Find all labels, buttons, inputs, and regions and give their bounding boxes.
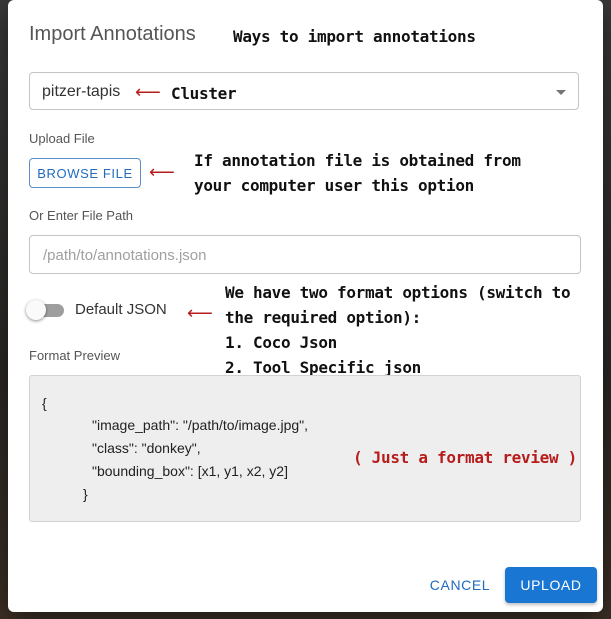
upload-annotation-line-1: If annotation file is obtained from — [194, 151, 521, 170]
arrow-left-icon: ⟵ — [149, 162, 175, 182]
browse-file-button[interactable]: BROWSE FILE — [29, 158, 141, 188]
file-path-label: Or Enter File Path — [29, 208, 134, 223]
code-line: "image_path": "/path/to/image.jpg", — [92, 417, 309, 433]
format-annotation-line-2: the required option): — [225, 308, 421, 327]
code-line: "bounding_box": [x1, y1, x2, y2] — [92, 463, 288, 479]
format-annotation-line-1: We have two format options (switch to — [225, 283, 571, 302]
upload-annotation-line-2: your computer user this option — [194, 176, 474, 195]
arrow-left-icon: ⟵ — [187, 303, 213, 323]
file-path-placeholder: /path/to/annotations.json — [43, 247, 207, 264]
preview-annotation: ( Just a format review ) — [353, 448, 577, 467]
arrow-left-icon: ⟵ — [135, 82, 161, 102]
upload-file-label: Upload File — [29, 131, 95, 146]
import-annotations-dialog: Import Annotations Ways to import annota… — [8, 0, 603, 612]
code-line: } — [83, 486, 88, 502]
cluster-select-value: pitzer-tapis — [42, 83, 121, 100]
code-line: { — [42, 395, 47, 411]
cluster-annotation: Cluster — [171, 84, 237, 103]
format-toggle-thumb[interactable] — [26, 300, 46, 320]
code-line: "class": "donkey", — [92, 440, 201, 456]
format-annotation-line-3: 1. Coco Json — [225, 333, 337, 352]
caret-down-icon — [556, 90, 566, 95]
file-path-input[interactable]: /path/to/annotations.json — [29, 235, 581, 274]
upload-button[interactable]: UPLOAD — [505, 567, 597, 603]
format-toggle-label: Default JSON — [75, 301, 167, 318]
cluster-select[interactable]: pitzer-tapis — [29, 72, 579, 110]
format-preview-label: Format Preview — [29, 348, 121, 363]
dialog-title: Import Annotations — [29, 23, 196, 45]
cancel-button[interactable]: CANCEL — [417, 568, 503, 602]
title-annotation: Ways to import annotations — [233, 27, 476, 46]
